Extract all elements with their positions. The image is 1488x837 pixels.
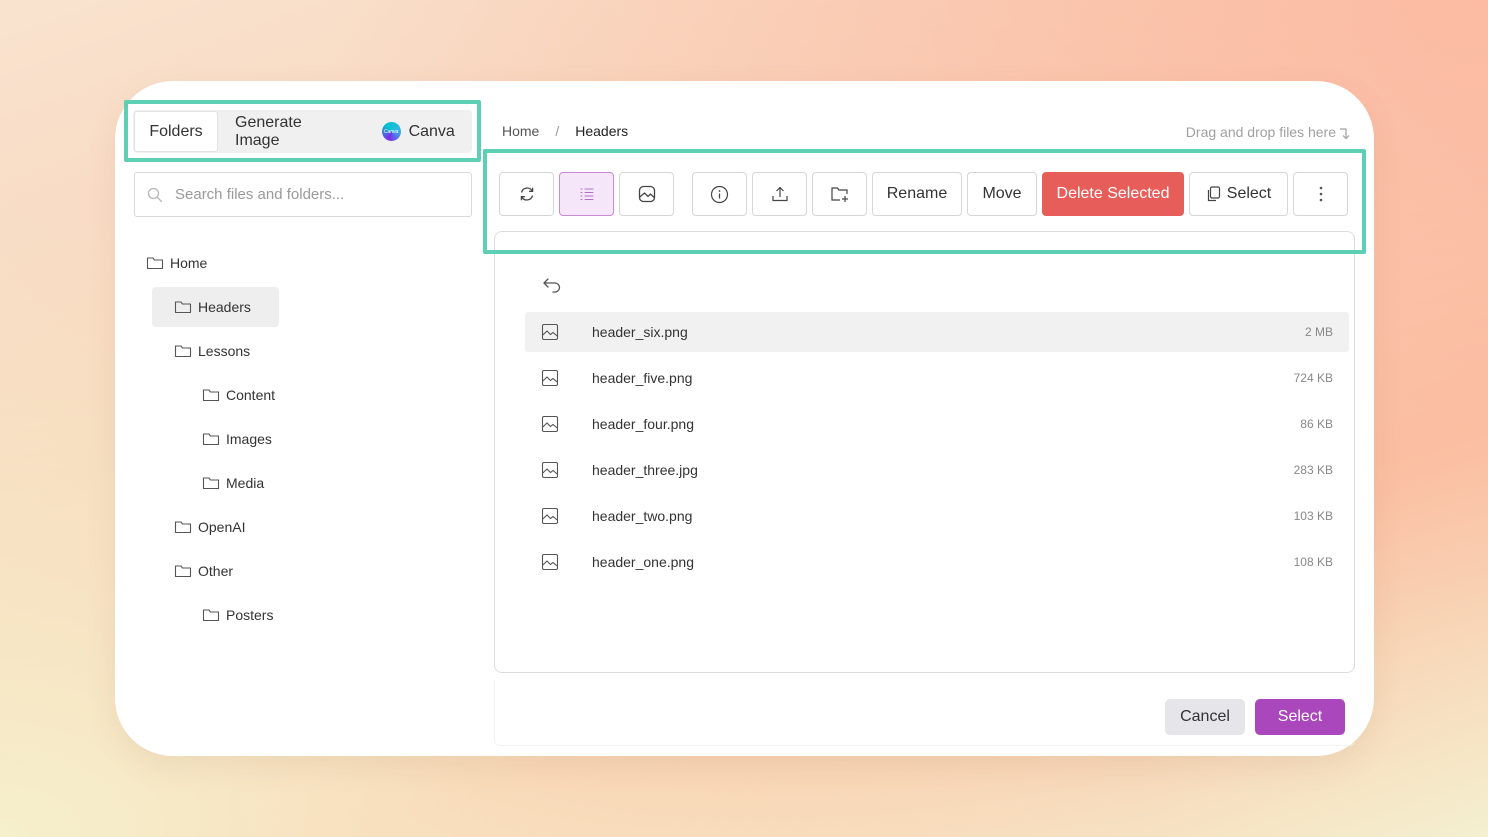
new-folder-icon <box>830 185 850 203</box>
list-view-button[interactable] <box>559 172 614 216</box>
folder-icon <box>202 607 220 623</box>
upload-icon <box>771 185 789 203</box>
info-icon <box>710 185 729 204</box>
cancel-button[interactable]: Cancel <box>1165 699 1245 735</box>
tree-folder-label: Headers <box>198 299 251 315</box>
file-row[interactable]: header_one.png 108 KB <box>525 542 1349 582</box>
breadcrumb: Home / Headers <box>502 123 628 139</box>
search-input[interactable] <box>175 186 455 203</box>
file-row[interactable]: header_five.png 724 KB <box>525 358 1349 398</box>
new-folder-button[interactable] <box>812 172 867 216</box>
move-button[interactable]: Move <box>967 172 1037 216</box>
delete-selected-label: Delete Selected <box>1056 185 1170 202</box>
refresh-icon <box>518 185 536 203</box>
tree-folder-item[interactable]: Media <box>194 463 278 503</box>
tab-folders[interactable]: Folders <box>134 111 218 152</box>
upload-button[interactable] <box>752 172 807 216</box>
file-size: 86 KB <box>1300 417 1333 431</box>
delete-selected-button[interactable]: Delete Selected <box>1042 172 1184 216</box>
tab-generate-image-label: Generate Image <box>235 113 302 149</box>
image-file-icon <box>541 507 559 525</box>
tree-folder-label: OpenAI <box>198 519 246 535</box>
tree-folder-item[interactable]: Content <box>194 375 294 415</box>
tab-generate-image[interactable]: Generate Image <box>219 110 364 153</box>
tree-folder-label: Lessons <box>198 343 251 359</box>
tree-folder-label: Media <box>226 475 265 491</box>
source-tabs: Folders Generate Image Canva Canva <box>133 110 472 153</box>
file-name: header_three.jpg <box>592 462 698 478</box>
tree-folder-item[interactable]: Other <box>166 551 250 591</box>
folder-icon <box>202 387 220 403</box>
tree-folder-label: Posters <box>226 607 274 623</box>
tree-folder-item[interactable]: Headers <box>152 287 279 327</box>
file-size: 283 KB <box>1293 463 1333 477</box>
file-name: header_four.png <box>592 416 694 432</box>
select-mode-label: Select <box>1226 185 1272 202</box>
breadcrumb-current: Headers <box>575 123 629 139</box>
refresh-button[interactable] <box>499 172 554 216</box>
tree-folder-label: Images <box>226 431 272 447</box>
select-button[interactable]: Select <box>1255 699 1345 735</box>
tree-folder-label: Home <box>170 255 208 271</box>
search-box <box>134 172 472 217</box>
image-file-icon <box>541 369 559 387</box>
more-options-button[interactable] <box>1293 172 1348 216</box>
tree-folder-label: Content <box>226 387 276 403</box>
file-row[interactable]: header_four.png 86 KB <box>525 404 1349 444</box>
file-name: header_one.png <box>592 554 694 570</box>
file-name: header_five.png <box>592 370 693 386</box>
folder-icon <box>174 519 192 535</box>
file-row[interactable]: header_two.png 103 KB <box>525 496 1349 536</box>
arrow-down-right-icon <box>1338 126 1350 140</box>
tree-folder-label: Other <box>198 563 234 579</box>
breadcrumb-home[interactable]: Home <box>502 123 539 139</box>
file-row[interactable]: header_three.jpg 283 KB <box>525 450 1349 490</box>
file-size: 103 KB <box>1293 509 1333 523</box>
tab-folders-label: Folders <box>149 122 203 140</box>
image-file-icon <box>541 461 559 479</box>
copy-icon <box>1206 186 1221 202</box>
image-grid-icon <box>638 185 656 203</box>
folder-icon <box>202 475 220 491</box>
tab-canva-label: Canva <box>408 122 455 140</box>
tree-folder-item[interactable]: OpenAI <box>166 507 258 547</box>
file-row[interactable]: header_six.png 2 MB <box>525 312 1349 352</box>
select-mode-button[interactable]: Select <box>1189 172 1288 216</box>
rename-button[interactable]: Rename <box>872 172 962 216</box>
file-size: 108 KB <box>1293 555 1333 569</box>
rename-button-label: Rename <box>886 185 948 202</box>
tree-folder-item[interactable]: Home <box>138 243 214 283</box>
move-button-label: Move <box>982 185 1022 202</box>
more-vertical-icon <box>1319 186 1323 202</box>
folder-icon <box>174 299 192 315</box>
back-arrow-icon[interactable] <box>541 274 563 294</box>
file-name: header_six.png <box>592 324 688 340</box>
search-icon <box>147 187 163 203</box>
image-file-icon <box>541 553 559 571</box>
tree-folder-item[interactable]: Lessons <box>166 331 266 371</box>
drop-hint-text: Drag and drop files here <box>1185 124 1336 140</box>
file-name: header_two.png <box>592 508 693 524</box>
tab-canva[interactable]: Canva Canva <box>364 110 472 153</box>
file-size: 2 MB <box>1304 325 1333 339</box>
tree-folder-item[interactable]: Images <box>194 419 286 459</box>
folder-icon <box>174 343 192 359</box>
drop-hint: Drag and drop files here <box>1186 124 1350 140</box>
folder-icon <box>174 563 192 579</box>
file-size: 724 KB <box>1293 371 1333 385</box>
info-button[interactable] <box>692 172 747 216</box>
grid-view-button[interactable] <box>619 172 674 216</box>
folder-icon <box>146 255 164 271</box>
folder-icon <box>202 431 220 447</box>
image-file-icon <box>541 323 559 341</box>
breadcrumb-separator: / <box>555 123 560 139</box>
list-view-icon <box>578 185 596 203</box>
canva-logo-icon: Canva <box>381 122 401 141</box>
tree-folder-item[interactable]: Posters <box>194 595 294 635</box>
image-file-icon <box>541 415 559 433</box>
